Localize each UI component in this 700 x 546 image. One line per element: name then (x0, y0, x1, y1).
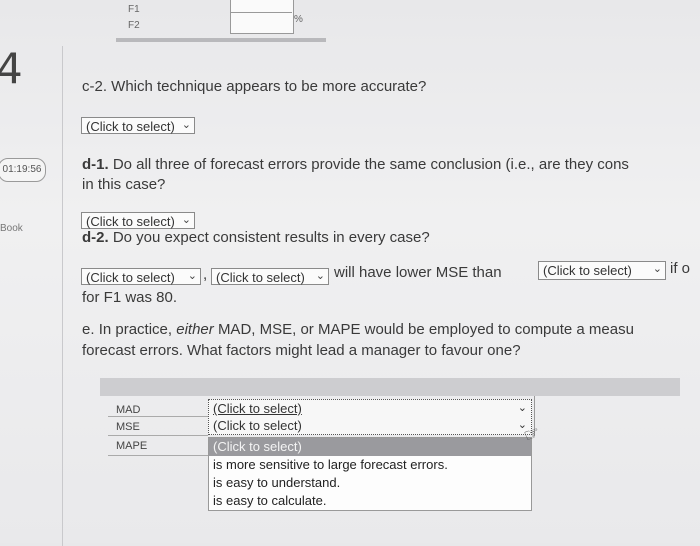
d1-select[interactable]: (Click to select) ⌄ (81, 212, 195, 229)
e-text-c: MAD, MSE, or MAPE would be employed to c… (217, 321, 634, 338)
d2-select-1-label: (Click to select) (86, 270, 175, 285)
d2-select-2[interactable]: (Click to select) ⌄ (211, 268, 329, 285)
e-label: e. (82, 321, 95, 338)
dropdown-option[interactable]: is easy to calculate. (209, 492, 531, 510)
top-box-divider (230, 12, 292, 13)
timer-badge: 01:19:56 (0, 158, 46, 182)
c2-select[interactable]: (Click to select) ⌄ (81, 117, 195, 134)
e-text-a: In practice, (98, 321, 173, 338)
row-divider (108, 435, 208, 436)
row-label-mape: MAPE (116, 440, 148, 452)
d1-question: d-1. Do all three of forecast errors pro… (82, 156, 629, 173)
d2-label: d-2. (82, 229, 109, 246)
chevron-down-icon: ⌄ (652, 263, 662, 275)
label-f2: F2 (128, 20, 140, 31)
row-divider (108, 416, 208, 417)
chevron-down-icon: ⌄ (181, 214, 191, 226)
dropdown-option[interactable]: (Click to select) (209, 438, 531, 456)
d1-text-line2: in this case? (82, 176, 166, 193)
dropdown-option[interactable]: is more sensitive to large forecast erro… (209, 456, 531, 474)
label-f1: F1 (128, 4, 140, 15)
d2-question: d-2. Do you expect consistent results in… (82, 229, 430, 246)
d2-mid-text: will have lower MSE than (334, 264, 502, 281)
left-divider (62, 46, 63, 546)
d1-label: d-1. (82, 156, 109, 173)
d2-line2: for F1 was 80. (82, 289, 178, 306)
mse-dropdown-value[interactable]: (Click to select) (213, 418, 302, 433)
dropdown-option[interactable]: is easy to understand. (209, 474, 531, 492)
percent-sign: % (294, 14, 303, 25)
c2-question: c-2. Which technique appears to be more … (82, 78, 427, 95)
d2-comma: , (203, 266, 208, 283)
e-question-line1: e. In practice, either MAD, MSE, or MAPE… (82, 321, 634, 338)
chevron-down-icon: ⌄ (187, 270, 197, 282)
row-label-mad: MAD (116, 404, 141, 416)
dropdown-options-list[interactable]: (Click to select) is more sensitive to l… (208, 437, 532, 511)
d1-select-label: (Click to select) (86, 214, 175, 229)
d2-select-3[interactable]: (Click to select) ⌄ (538, 261, 666, 280)
d2-select-1[interactable]: (Click to select) ⌄ (81, 268, 201, 285)
top-f-labels: F1 F2 (128, 2, 140, 34)
mad-mse-dropdown[interactable]: (Click to select) ⌄ (Click to select) ⌄ (208, 399, 532, 435)
chevron-down-icon: ⌄ (517, 402, 527, 414)
d2-select-2-label: (Click to select) (216, 270, 305, 285)
row-divider (108, 455, 208, 456)
d2-select-3-label: (Click to select) (543, 263, 632, 278)
e-question-line2: forecast errors. What factors might lead… (82, 342, 521, 359)
c2-select-label: (Click to select) (86, 119, 175, 134)
top-divider-bar (116, 38, 326, 42)
chevron-down-icon: ⌄ (181, 119, 191, 131)
mad-dropdown-value[interactable]: (Click to select) (213, 401, 302, 416)
table-header-band (100, 378, 680, 396)
d2-trail-text: if o (670, 260, 691, 277)
e-text-either: either (176, 321, 214, 338)
book-label: Book (0, 223, 23, 234)
top-input-box[interactable] (230, 0, 294, 34)
row-label-mse: MSE (116, 421, 140, 433)
d2-text: Do you expect consistent results in ever… (112, 229, 430, 246)
d1-text-line1: Do all three of forecast errors provide … (112, 156, 629, 173)
question-number: 4 (0, 44, 23, 93)
chevron-down-icon: ⌄ (315, 270, 325, 282)
